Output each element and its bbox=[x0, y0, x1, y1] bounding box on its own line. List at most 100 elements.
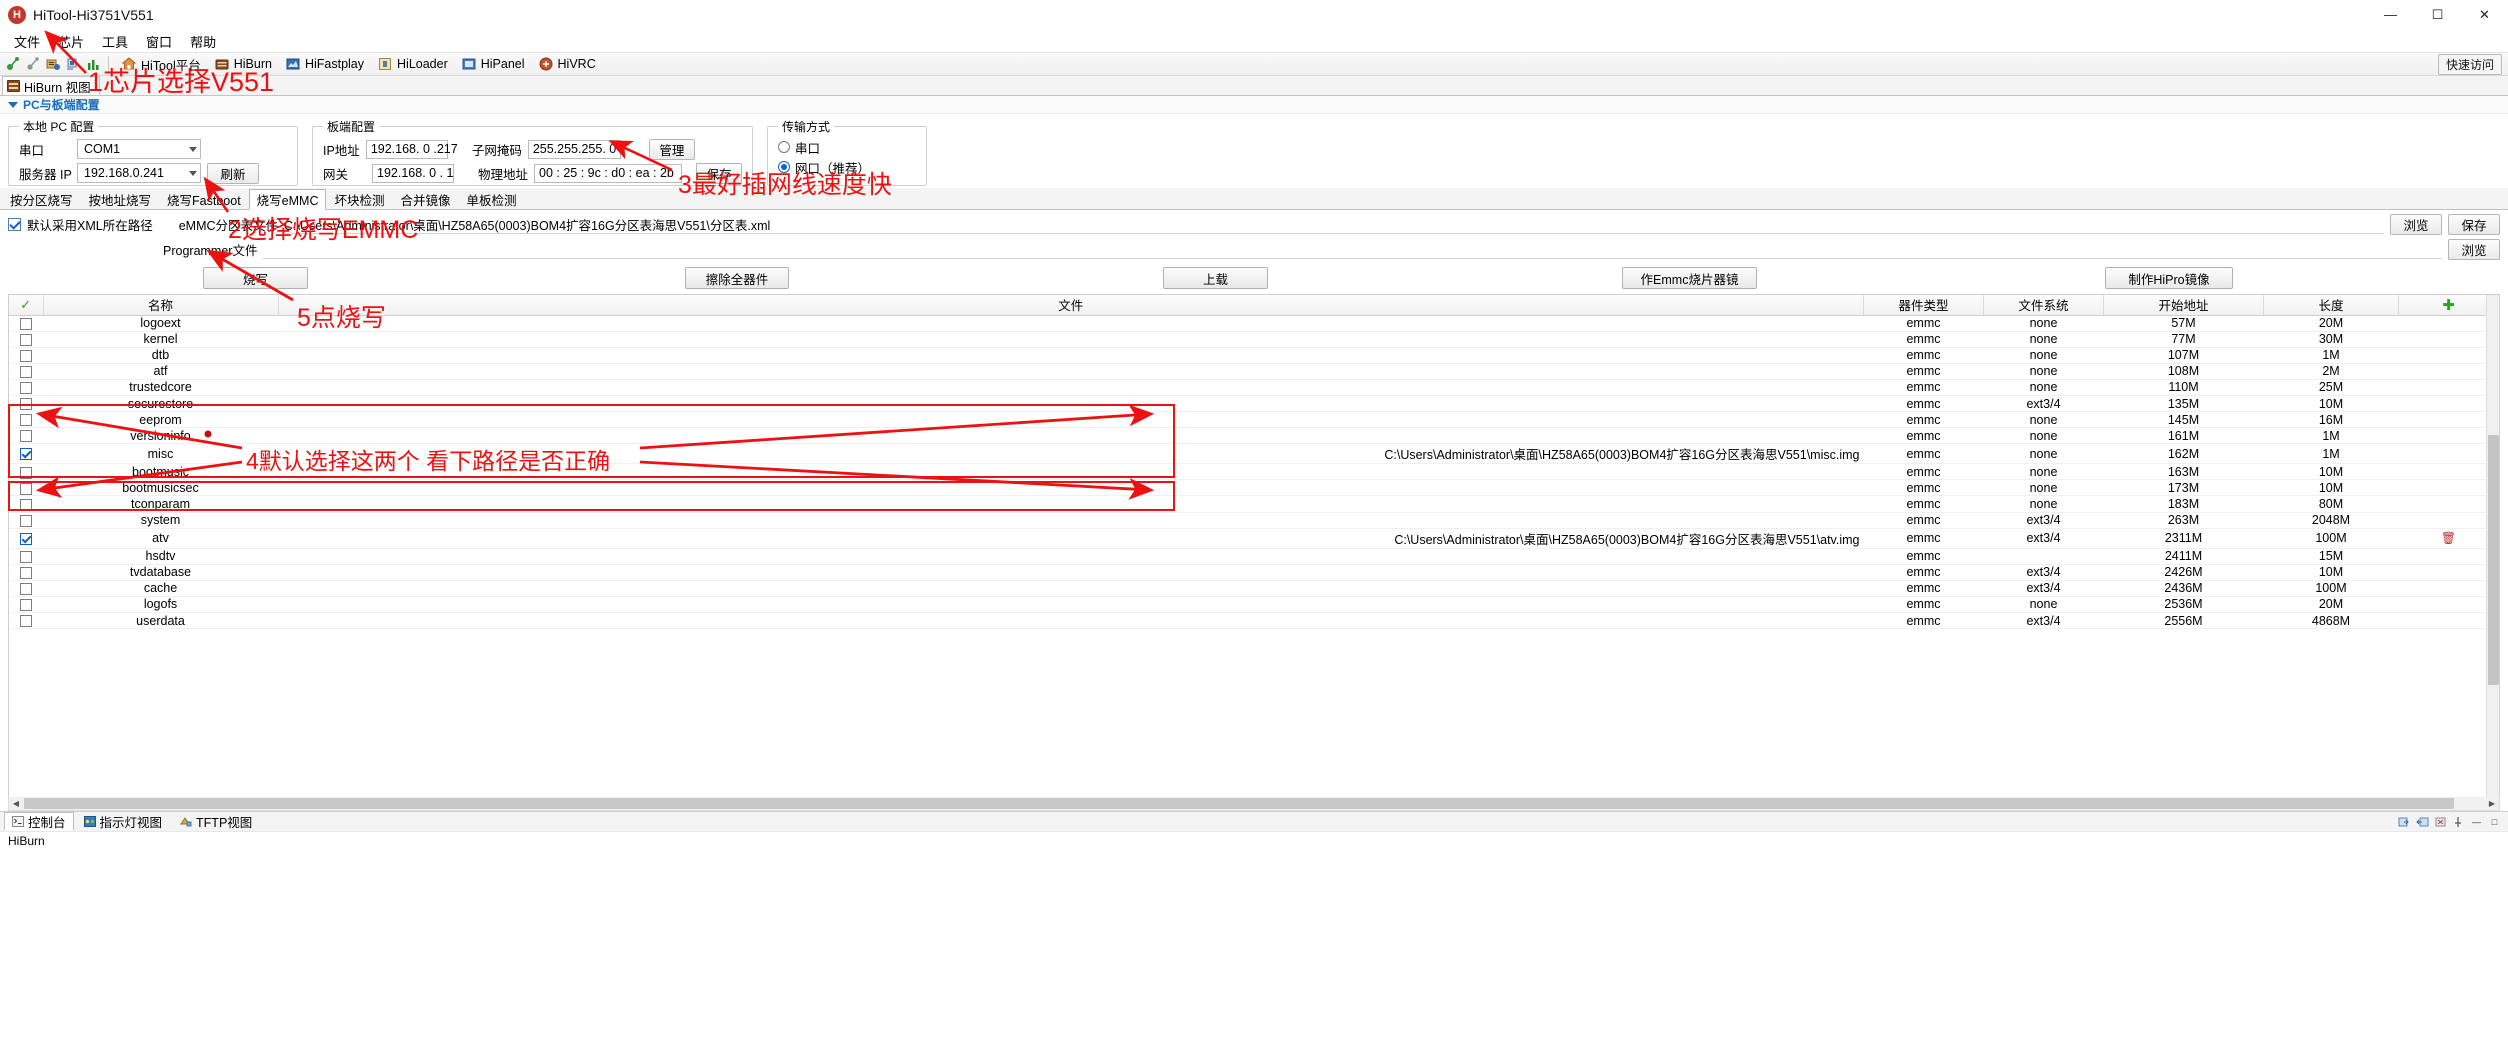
clear-icon[interactable] bbox=[2433, 815, 2448, 829]
row-action-cell[interactable] bbox=[2398, 612, 2499, 630]
table-row[interactable]: securestore emmc ext3/4 135M 10M bbox=[9, 395, 2499, 413]
row-checkbox-cell[interactable] bbox=[9, 347, 43, 364]
upload-button[interactable]: 上载 bbox=[1163, 267, 1268, 289]
header-fs[interactable]: 文件系统 bbox=[1983, 295, 2104, 316]
table-row[interactable]: eeprom emmc none 145M 16M bbox=[9, 411, 2499, 429]
pc-board-config-section-header[interactable]: PC与板端配置 bbox=[0, 96, 2508, 114]
row-checkbox[interactable] bbox=[20, 482, 32, 495]
row-action-cell[interactable] bbox=[2398, 512, 2499, 529]
row-checkbox-cell[interactable] bbox=[9, 443, 43, 465]
header-file[interactable]: 文件 bbox=[278, 295, 1864, 316]
row-action-cell[interactable] bbox=[2398, 596, 2499, 614]
menu-tools[interactable]: 工具 bbox=[93, 30, 137, 53]
row-checkbox[interactable] bbox=[20, 583, 32, 596]
toolbar-hiburn[interactable]: HiBurn bbox=[208, 55, 277, 73]
toolbar-hiloader[interactable]: HiLoader bbox=[371, 55, 453, 73]
toolbar-hivrc[interactable]: HiVRC bbox=[532, 55, 601, 73]
table-vertical-scrollbar[interactable] bbox=[2486, 295, 2499, 797]
programmer-file-path[interactable] bbox=[263, 240, 2442, 259]
row-checkbox-cell[interactable] bbox=[9, 379, 43, 396]
table-row[interactable]: dtb emmc none 107M 1M bbox=[9, 347, 2499, 364]
tab-merge-image[interactable]: 合并镜像 bbox=[393, 188, 459, 209]
row-checkbox-cell[interactable] bbox=[9, 495, 43, 513]
pin-icon[interactable] bbox=[2451, 815, 2466, 829]
run-history-icon[interactable] bbox=[25, 56, 41, 72]
use-xml-path-checkbox[interactable] bbox=[8, 218, 21, 231]
make-emmc-burner-button[interactable]: 作Emmc烧片器镜 bbox=[1622, 267, 1757, 289]
check-all-icon[interactable]: ✓ bbox=[20, 297, 31, 312]
save-board-button[interactable]: 保存 bbox=[696, 162, 743, 184]
row-checkbox[interactable] bbox=[20, 398, 32, 411]
bottom-tab-tftp[interactable]: TFTP视图 bbox=[172, 812, 260, 831]
transfer-network-option[interactable]: 网口（推荐） bbox=[778, 157, 916, 177]
table-row[interactable]: tvdatabase emmc ext3/4 2426M 10M bbox=[9, 564, 2499, 581]
table-row[interactable]: atv C:\Users\Administrator\桌面\HZ58A65(000… bbox=[9, 528, 2499, 549]
tab-burn-fastboot[interactable]: 烧写Fastboot bbox=[159, 188, 249, 209]
radio-serial-icon[interactable] bbox=[778, 141, 791, 153]
row-action-cell[interactable] bbox=[2398, 347, 2499, 364]
row-action-cell[interactable] bbox=[2398, 395, 2499, 413]
header-check-all[interactable]: ✓ bbox=[9, 295, 44, 316]
table-row[interactable]: atf emmc none 108M 2M bbox=[9, 363, 2499, 380]
row-checkbox-checked[interactable] bbox=[20, 448, 32, 461]
row-checkbox-cell[interactable] bbox=[9, 596, 43, 614]
table-row[interactable]: tconparam emmc none 183M 80M bbox=[9, 495, 2499, 513]
server-ip-select[interactable]: 192.168.0.241 bbox=[77, 163, 201, 183]
header-start[interactable]: 开始地址 bbox=[2103, 295, 2264, 316]
header-device[interactable]: 器件类型 bbox=[1863, 295, 1984, 316]
row-action-cell[interactable] bbox=[2398, 379, 2499, 396]
refresh-button[interactable]: 刷新 bbox=[207, 162, 259, 184]
row-checkbox-cell[interactable] bbox=[9, 479, 43, 497]
toolbar-hipanel[interactable]: HiPanel bbox=[455, 55, 530, 73]
close-icon[interactable]: ✕ bbox=[2461, 0, 2508, 30]
make-hipro-image-button[interactable]: 制作HiPro镜像 bbox=[2105, 267, 2233, 289]
row-checkbox-cell[interactable] bbox=[9, 363, 43, 380]
burn-button[interactable]: 烧写 bbox=[203, 267, 308, 289]
view-tab-hiburn[interactable]: HiBurn 视图 bbox=[2, 76, 100, 95]
serial-port-select[interactable]: COM1 bbox=[77, 139, 201, 159]
table-row[interactable]: userdata emmc ext3/4 2556M 4868M bbox=[9, 612, 2499, 630]
row-checkbox[interactable] bbox=[20, 466, 32, 479]
row-checkbox-cell[interactable] bbox=[9, 427, 43, 445]
bottom-tab-indicator[interactable]: 指示灯视图 bbox=[76, 812, 171, 831]
row-action-cell[interactable] bbox=[2398, 479, 2499, 497]
toolbar-hitool-platform[interactable]: HiTool平台 bbox=[115, 54, 206, 75]
row-checkbox-cell[interactable] bbox=[9, 463, 43, 481]
table-scroll-thumb[interactable] bbox=[2488, 435, 2499, 685]
table-horizontal-scrollbar[interactable]: ◀ ▶ bbox=[8, 797, 2500, 811]
row-action-cell[interactable] bbox=[2398, 411, 2499, 429]
table-row[interactable]: misc C:\Users\Administrator\桌面\HZ58A65(00… bbox=[9, 443, 2499, 465]
row-action-cell[interactable] bbox=[2398, 315, 2499, 332]
table-row[interactable]: logoext emmc none 57M 20M bbox=[9, 315, 2499, 332]
bottom-tab-console[interactable]: 控制台 bbox=[4, 812, 74, 831]
table-row[interactable]: logofs emmc none 2536M 20M bbox=[9, 596, 2499, 614]
row-checkbox-cell[interactable] bbox=[9, 512, 43, 529]
tab-bad-block-check[interactable]: 坏块检测 bbox=[326, 188, 392, 209]
row-action-cell[interactable]: 🗑 bbox=[2398, 528, 2499, 549]
row-checkbox[interactable] bbox=[20, 317, 32, 330]
row-checkbox[interactable] bbox=[20, 382, 32, 395]
row-checkbox[interactable] bbox=[20, 566, 32, 579]
maximize-panel-icon[interactable]: □ bbox=[2487, 815, 2502, 829]
import-icon[interactable] bbox=[2415, 815, 2430, 829]
row-action-cell[interactable] bbox=[2398, 564, 2499, 581]
row-action-cell[interactable] bbox=[2398, 363, 2499, 380]
erase-all-button[interactable]: 擦除全器件 bbox=[685, 267, 789, 289]
save-xml-button[interactable]: 保存 bbox=[2448, 214, 2500, 235]
tab-board-check[interactable]: 单板检测 bbox=[459, 188, 525, 209]
subnet-mask-field[interactable]: 255.255.255. 0 bbox=[527, 139, 621, 159]
table-row[interactable]: hsdtv emmc 2411M 15M bbox=[9, 548, 2499, 565]
row-action-cell[interactable] bbox=[2398, 580, 2499, 597]
debug-icon[interactable] bbox=[45, 56, 61, 72]
row-checkbox-cell[interactable] bbox=[9, 395, 43, 413]
tab-burn-emmc[interactable]: 烧写eMMC bbox=[248, 189, 327, 210]
trash-icon[interactable]: 🗑 bbox=[2441, 531, 2456, 545]
row-checkbox-cell[interactable] bbox=[9, 580, 43, 597]
tab-burn-by-partition[interactable]: 按分区烧写 bbox=[2, 188, 81, 209]
minimize-panel-icon[interactable]: — bbox=[2469, 815, 2484, 829]
row-checkbox[interactable] bbox=[20, 498, 32, 511]
gateway-field[interactable]: 192.168. 0 . 1 bbox=[372, 163, 455, 183]
radio-network-icon[interactable] bbox=[778, 161, 791, 173]
table-row[interactable]: versioninfo emmc none 161M 1M bbox=[9, 427, 2499, 445]
row-checkbox[interactable] bbox=[20, 514, 32, 527]
